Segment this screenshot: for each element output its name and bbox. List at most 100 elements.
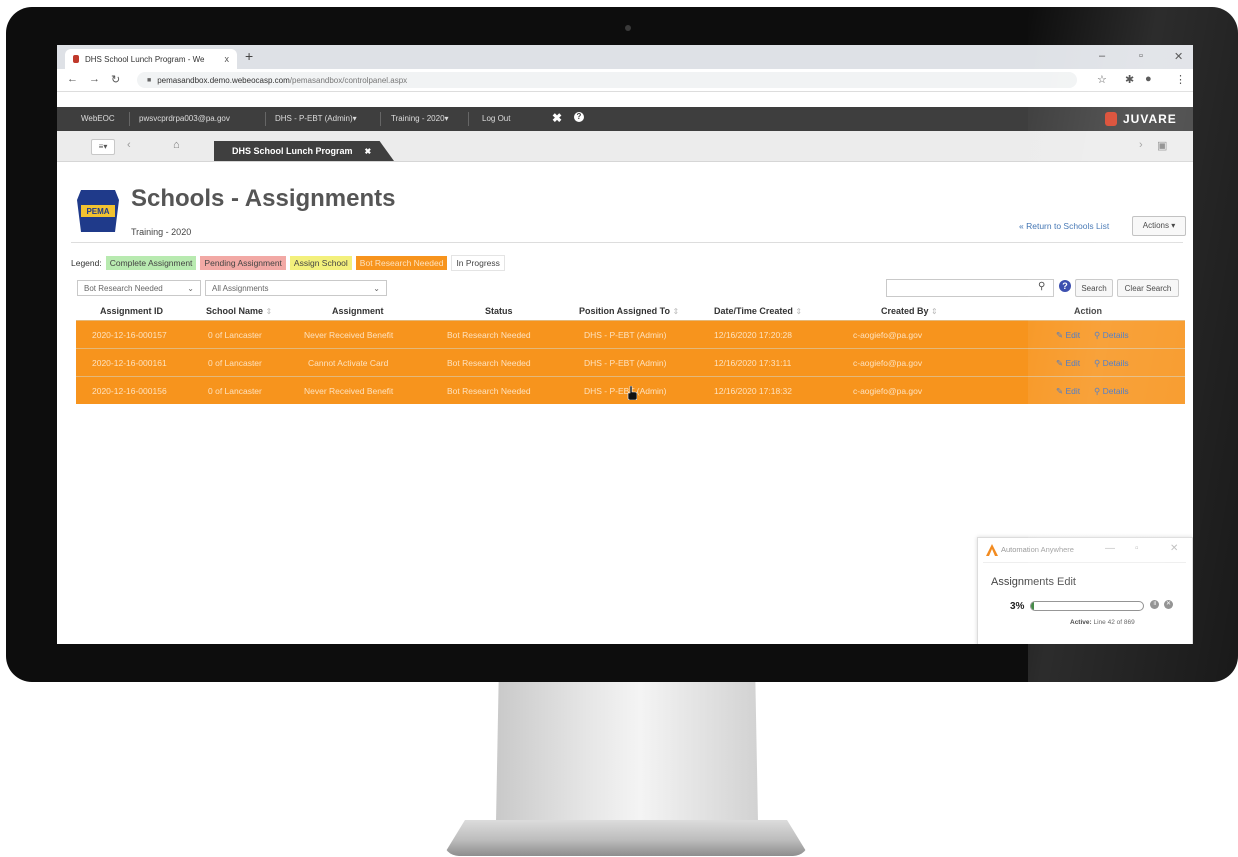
search-input[interactable] [886, 279, 1054, 297]
page-subtitle: Training - 2020 [131, 227, 192, 237]
column-header-status: Status [485, 306, 513, 316]
minimize-button[interactable]: – [1099, 50, 1105, 62]
monitor-bezel: DHS School Lunch Program - We x + – ▫ ✕ … [6, 7, 1238, 682]
browser-tab-title: DHS School Lunch Program - We [85, 54, 205, 64]
details-link[interactable]: ⚲ Details [1094, 358, 1129, 369]
incident-dropdown[interactable]: Training - 2020▾ [391, 114, 449, 123]
cell-date-created: 12/16/2020 17:18:32 [714, 386, 792, 396]
profile-icon[interactable]: ● [1145, 73, 1152, 85]
aa-status-value: Line 42 of 869 [1093, 619, 1135, 626]
status-filter-select[interactable]: Bot Research Needed ⌄ [77, 280, 201, 296]
cell-position: DHS - P-EBT (Admin) [584, 330, 667, 340]
tab-close-icon[interactable]: ✖ [365, 147, 372, 156]
edit-icon: ✎ [1056, 358, 1064, 368]
address-bar[interactable]: ■ pemasandbox.demo.webeocasp.com/pemasan… [137, 72, 1077, 88]
return-to-schools-link[interactable]: « Return to Schools List [1019, 221, 1109, 231]
control-panel-bar: ≡▾ ‹ ⌂ DHS School Lunch Program ✖ › ▣ [57, 131, 1193, 162]
back-arrow-icon[interactable]: ← [67, 73, 78, 85]
divider [380, 112, 381, 126]
legend-assign-school: Assign School [289, 256, 352, 270]
cell-status: Bot Research Needed [447, 330, 531, 340]
forward-arrow-icon[interactable]: → [89, 73, 100, 85]
chevron-left-icon[interactable]: ‹ [127, 139, 131, 151]
restore-button[interactable]: ▫ [1139, 50, 1143, 62]
edit-link[interactable]: ✎ Edit [1056, 386, 1080, 397]
legend-bot-research-needed: Bot Research Needed [355, 256, 448, 270]
column-header-position-assigned-to[interactable]: Position Assigned To ⇕ [579, 306, 679, 316]
stop-icon[interactable]: ✕ [1164, 600, 1173, 609]
column-header-assignment: Assignment [332, 306, 384, 316]
assignment-filter-select[interactable]: All Assignments ⌄ [205, 280, 387, 296]
logout-link[interactable]: Log Out [482, 114, 510, 123]
aa-close-button[interactable]: ✕ [1170, 543, 1178, 554]
menu-button[interactable]: ≡▾ [91, 139, 115, 155]
favicon-icon [73, 55, 79, 63]
aa-status-label: Active: [1070, 619, 1092, 626]
column-header-created-by[interactable]: Created By ⇕ [881, 306, 938, 316]
clear-search-button[interactable]: Clear Search [1117, 279, 1179, 297]
cell-position: DHS - P-EBT (Admin) [584, 358, 667, 368]
search-help-icon[interactable]: ? [1059, 280, 1071, 292]
legend-pending-assignment: Pending Assignment [200, 256, 286, 270]
chevron-right-icon[interactable]: › [1139, 139, 1143, 151]
aa-task-name: Assignments Edit [991, 576, 1076, 588]
new-tab-button[interactable]: + [245, 48, 253, 64]
reload-icon[interactable]: ↻ [111, 73, 120, 86]
user-email[interactable]: pwsvcprdrpa003@pa.gov [139, 114, 230, 123]
search-button[interactable]: Search [1075, 279, 1113, 297]
search-icon: ⚲ [1094, 386, 1101, 396]
details-label: Details [1102, 386, 1129, 396]
aa-maximize-button[interactable]: ▫ [1135, 543, 1139, 554]
edit-icon: ✎ [1056, 386, 1064, 396]
column-header-school-name[interactable]: School Name ⇕ [206, 306, 272, 316]
details-link[interactable]: ⚲ Details [1094, 386, 1129, 397]
cell-assignment: Never Received Benefit [304, 330, 394, 340]
cell-created-by: c-aogiefo@pa.gov [853, 386, 923, 396]
automation-anywhere-panel: Automation Anywhere — ▫ ✕ Assignments Ed… [977, 537, 1193, 644]
edit-link[interactable]: ✎ Edit [1056, 358, 1080, 369]
cell-school-name: 0 of Lancaster [208, 330, 262, 340]
cell-status: Bot Research Needed [447, 386, 531, 396]
tab-dhs-school-lunch-program[interactable]: DHS School Lunch Program ✖ [214, 141, 394, 161]
cell-created-by: c-aogiefo@pa.gov [853, 358, 923, 368]
kebab-menu-icon[interactable]: ⋮ [1175, 73, 1186, 86]
assignment-filter-value: All Assignments [212, 284, 269, 293]
aa-brand: Automation Anywhere [1001, 545, 1074, 554]
browser-tab[interactable]: DHS School Lunch Program - We x [65, 49, 237, 69]
details-link[interactable]: ⚲ Details [1094, 330, 1129, 341]
search-icon[interactable]: ⚲ [1038, 281, 1045, 292]
table-row[interactable]: 2020-12-16-000161 0 of Lancaster Cannot … [76, 348, 1185, 376]
legend-in-progress: In Progress [451, 255, 505, 271]
app-name-link[interactable]: WebEOC [81, 114, 115, 123]
legend-label: Legend: [71, 258, 102, 268]
sort-icon: ⇕ [672, 307, 680, 316]
fullscreen-icon[interactable]: ✖ [552, 111, 562, 125]
divider [129, 112, 130, 126]
sort-icon: ⇕ [795, 307, 803, 316]
extensions-icon[interactable]: ✱ [1125, 73, 1134, 86]
cell-position: DHS - P-EBT (Admin) [584, 386, 667, 396]
monitor-stand-base [443, 820, 809, 856]
aa-minimize-button[interactable]: — [1105, 543, 1115, 554]
pause-icon[interactable]: ॥ [1150, 600, 1159, 609]
chevron-down-icon: ⌄ [373, 284, 380, 293]
tab-list-icon[interactable]: ▣ [1157, 139, 1167, 152]
status-filter-value: Bot Research Needed [84, 284, 163, 293]
edit-link[interactable]: ✎ Edit [1056, 330, 1080, 341]
actions-button[interactable]: Actions ▾ [1132, 216, 1186, 236]
column-header-date-created[interactable]: Date/Time Created ⇕ [714, 306, 802, 316]
aa-progress-bar [1030, 601, 1144, 611]
edit-icon: ✎ [1056, 330, 1064, 340]
webeoc-app-bar: WebEOC pwsvcprdrpa003@pa.gov DHS - P-EBT… [57, 107, 1193, 131]
star-icon[interactable]: ☆ [1097, 73, 1107, 86]
cell-school-name: 0 of Lancaster [208, 386, 262, 396]
sort-icon: ⇕ [265, 307, 273, 316]
close-window-button[interactable]: ✕ [1174, 50, 1183, 63]
table-row[interactable]: 2020-12-16-000157 0 of Lancaster Never R… [76, 320, 1185, 348]
tab-close-icon[interactable]: x [225, 54, 230, 64]
position-dropdown[interactable]: DHS - P-EBT (Admin)▾ [275, 114, 357, 123]
table-header: Assignment ID School Name ⇕ Assignment S… [76, 301, 1185, 320]
help-icon[interactable]: ? [574, 112, 584, 122]
details-label: Details [1102, 330, 1129, 340]
home-icon[interactable]: ⌂ [173, 139, 180, 151]
